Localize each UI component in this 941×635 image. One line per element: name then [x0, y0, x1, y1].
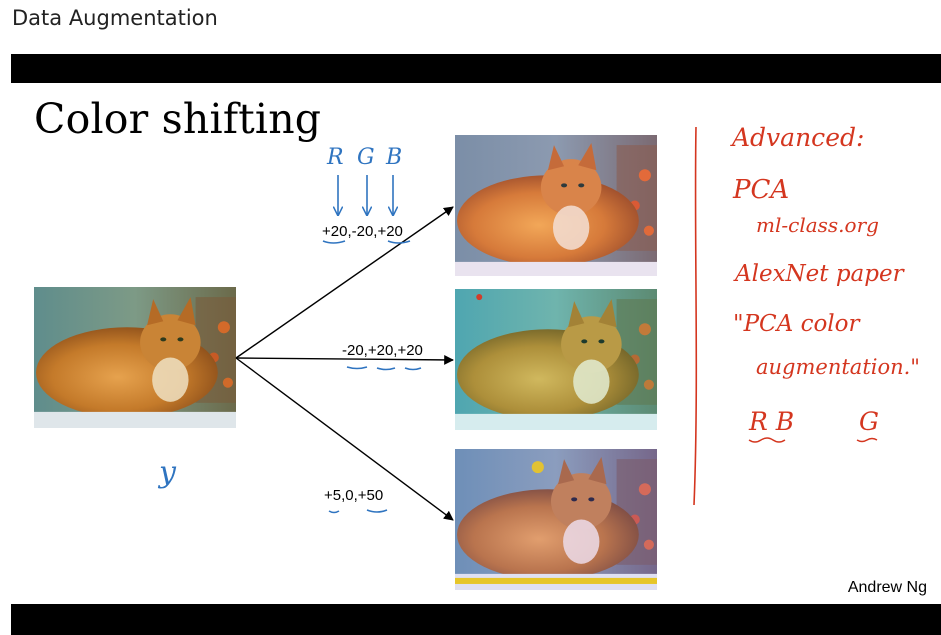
original-cat-photo	[34, 287, 236, 428]
hand-target-y: y	[159, 455, 176, 490]
slide: Color shifting +20,-20,+20 -20,+20,+20 +…	[11, 83, 941, 604]
note-rb: R B	[749, 407, 795, 436]
hand-channel-b: B	[386, 145, 403, 170]
note-alexnet: AlexNet paper	[735, 261, 904, 287]
shift-label-1: +20,-20,+20	[322, 223, 403, 240]
shifted-cat-photo-2	[455, 289, 657, 430]
page-title: Data Augmentation	[12, 6, 218, 30]
slide-bottom-bar	[11, 604, 941, 635]
slide-heading: Color shifting	[34, 95, 322, 143]
note-g: G	[859, 407, 879, 436]
hand-channel-r: R	[327, 145, 344, 170]
note-augmentation: augmentation."	[756, 355, 920, 379]
hand-channel-g: G	[357, 145, 375, 170]
note-pca: PCA	[733, 175, 790, 205]
shifted-cat-photo-1	[455, 135, 657, 276]
slide-credit: Andrew Ng	[847, 579, 927, 596]
note-ml-class: ml-class.org	[756, 213, 879, 237]
shift-label-2: -20,+20,+20	[342, 342, 423, 359]
shifted-cat-photo-3	[455, 449, 657, 590]
note-advanced: Advanced:	[732, 123, 865, 152]
note-pca-color: "PCA color	[733, 311, 860, 337]
shift-label-3: +5,0,+50	[324, 487, 384, 504]
slide-top-bar	[11, 54, 941, 83]
